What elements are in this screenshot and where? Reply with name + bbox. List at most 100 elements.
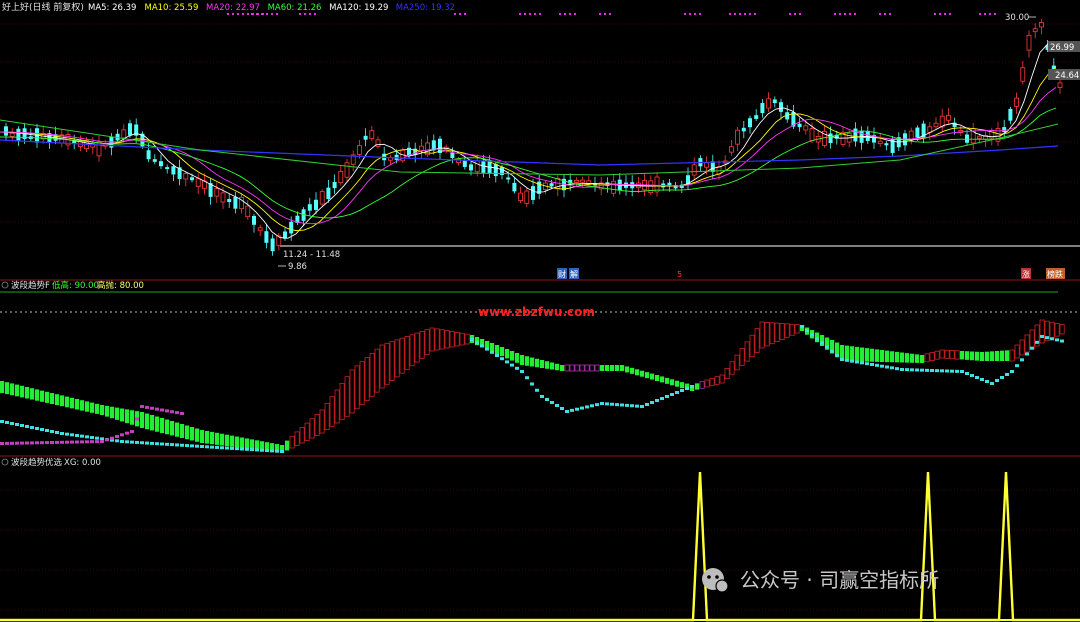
- event-dot: [838, 12, 842, 16]
- trend-bar: [749, 334, 755, 358]
- trend-bar: [160, 418, 165, 433]
- trend-dot: [40, 428, 44, 431]
- trend-dot: [970, 374, 974, 377]
- event-dot: [270, 12, 274, 16]
- event-dot: [226, 12, 230, 16]
- trend-bar: [449, 331, 455, 348]
- event-dot: [753, 12, 757, 16]
- trend-bar: [170, 421, 175, 436]
- trend-dot: [1040, 335, 1044, 338]
- event-dot: [250, 12, 254, 16]
- trend-dot: [810, 333, 814, 337]
- candle-body: [96, 141, 102, 157]
- trend-bar: [860, 347, 865, 362]
- trend-bar: [584, 364, 590, 372]
- trend-dot: [180, 443, 184, 447]
- trend-dot: [580, 406, 584, 410]
- trend-bar: [1029, 329, 1035, 350]
- trend-bar: [774, 322, 780, 343]
- trend-bar: [40, 390, 45, 402]
- trend-bar: [195, 428, 200, 442]
- trend-bar: [920, 355, 925, 363]
- wechat-icon-eye-2: [715, 575, 719, 579]
- trend-bar: [515, 353, 520, 363]
- candle-body: [152, 159, 157, 162]
- candle-body: [611, 180, 616, 194]
- trend-bar: [764, 321, 770, 347]
- trend-bar: [1005, 350, 1010, 361]
- trend-bar: [454, 331, 460, 347]
- candle-body: [710, 161, 715, 172]
- trend-dot: [550, 401, 554, 404]
- trend-bar: [245, 438, 250, 449]
- event-dot: [698, 12, 702, 16]
- trend-dot: [45, 429, 49, 432]
- trend-dot: [175, 443, 179, 447]
- signal-toggle-icon[interactable]: [1, 458, 9, 466]
- trend-dot: [555, 404, 559, 407]
- candle-body: [884, 143, 889, 146]
- trend-bar: [90, 402, 95, 413]
- trend-bar: [709, 377, 715, 387]
- trend-dot: [170, 443, 174, 447]
- trend-bar: [995, 351, 1000, 361]
- trend-dot: [245, 447, 249, 451]
- panel-toggle-icon[interactable]: [1, 281, 9, 289]
- indicator-legend-1: 高抛: 80.00: [97, 280, 144, 291]
- trend-dot: [675, 391, 679, 394]
- event-dot: [523, 12, 527, 16]
- trend-dot: [15, 423, 19, 426]
- candle-body: [803, 125, 809, 131]
- candle-body: [9, 132, 15, 137]
- candle-body: [326, 187, 331, 200]
- indicator-legend-0: 低高: 90.00: [52, 280, 99, 291]
- candle-body: [450, 152, 455, 159]
- trend-bar: [35, 389, 40, 401]
- wechat-icon-eye-1: [707, 575, 711, 579]
- trend-bar: [744, 341, 750, 362]
- trend-bar: [319, 409, 325, 434]
- candle-body: [314, 199, 318, 210]
- trend-dot: [470, 338, 474, 341]
- candle-body: [252, 215, 256, 225]
- trend-dot: [110, 436, 114, 440]
- event-dot: [878, 12, 882, 16]
- trend-dot: [1015, 364, 1019, 368]
- trend-dot: [1005, 373, 1009, 376]
- trend-bars: [0, 319, 1065, 453]
- trend-dot: [845, 358, 849, 362]
- trend-bar: [855, 346, 860, 362]
- trend-bar: [625, 366, 630, 373]
- trend-bar: [364, 357, 370, 401]
- trend-dot: [690, 385, 694, 388]
- candle-body: [128, 123, 132, 136]
- candle-body: [319, 191, 325, 205]
- trend-bar: [155, 416, 160, 432]
- trend-dot: [155, 407, 159, 411]
- trend-bar: [374, 348, 380, 393]
- candle-body: [760, 103, 765, 114]
- trend-dot: [150, 406, 154, 410]
- trend-bar: [975, 351, 980, 361]
- candle-body: [828, 133, 833, 144]
- candle-body: [220, 192, 226, 203]
- trend-dot: [1010, 370, 1014, 373]
- trend-bar: [60, 395, 65, 407]
- trend-dot: [825, 345, 829, 349]
- event-tag-0: 财: [558, 269, 566, 279]
- event-dot: [948, 12, 952, 16]
- trend-bar: [934, 350, 940, 360]
- trend-dot: [30, 441, 34, 445]
- trend-bar: [985, 351, 990, 361]
- trend-bar: [490, 343, 495, 352]
- trend-bar: [165, 419, 170, 435]
- trend-dot: [170, 410, 174, 414]
- ma-legend-item: MA5: 26.39: [88, 3, 136, 13]
- event-dot: [563, 12, 567, 16]
- wechat-watermark: 公众号 · 司赢空指标所: [702, 568, 939, 593]
- event-dot: [728, 12, 732, 16]
- trend-bar: [530, 357, 535, 367]
- trend-dot: [220, 446, 224, 450]
- trend-bar: [354, 365, 360, 410]
- trend-bar: [379, 344, 385, 389]
